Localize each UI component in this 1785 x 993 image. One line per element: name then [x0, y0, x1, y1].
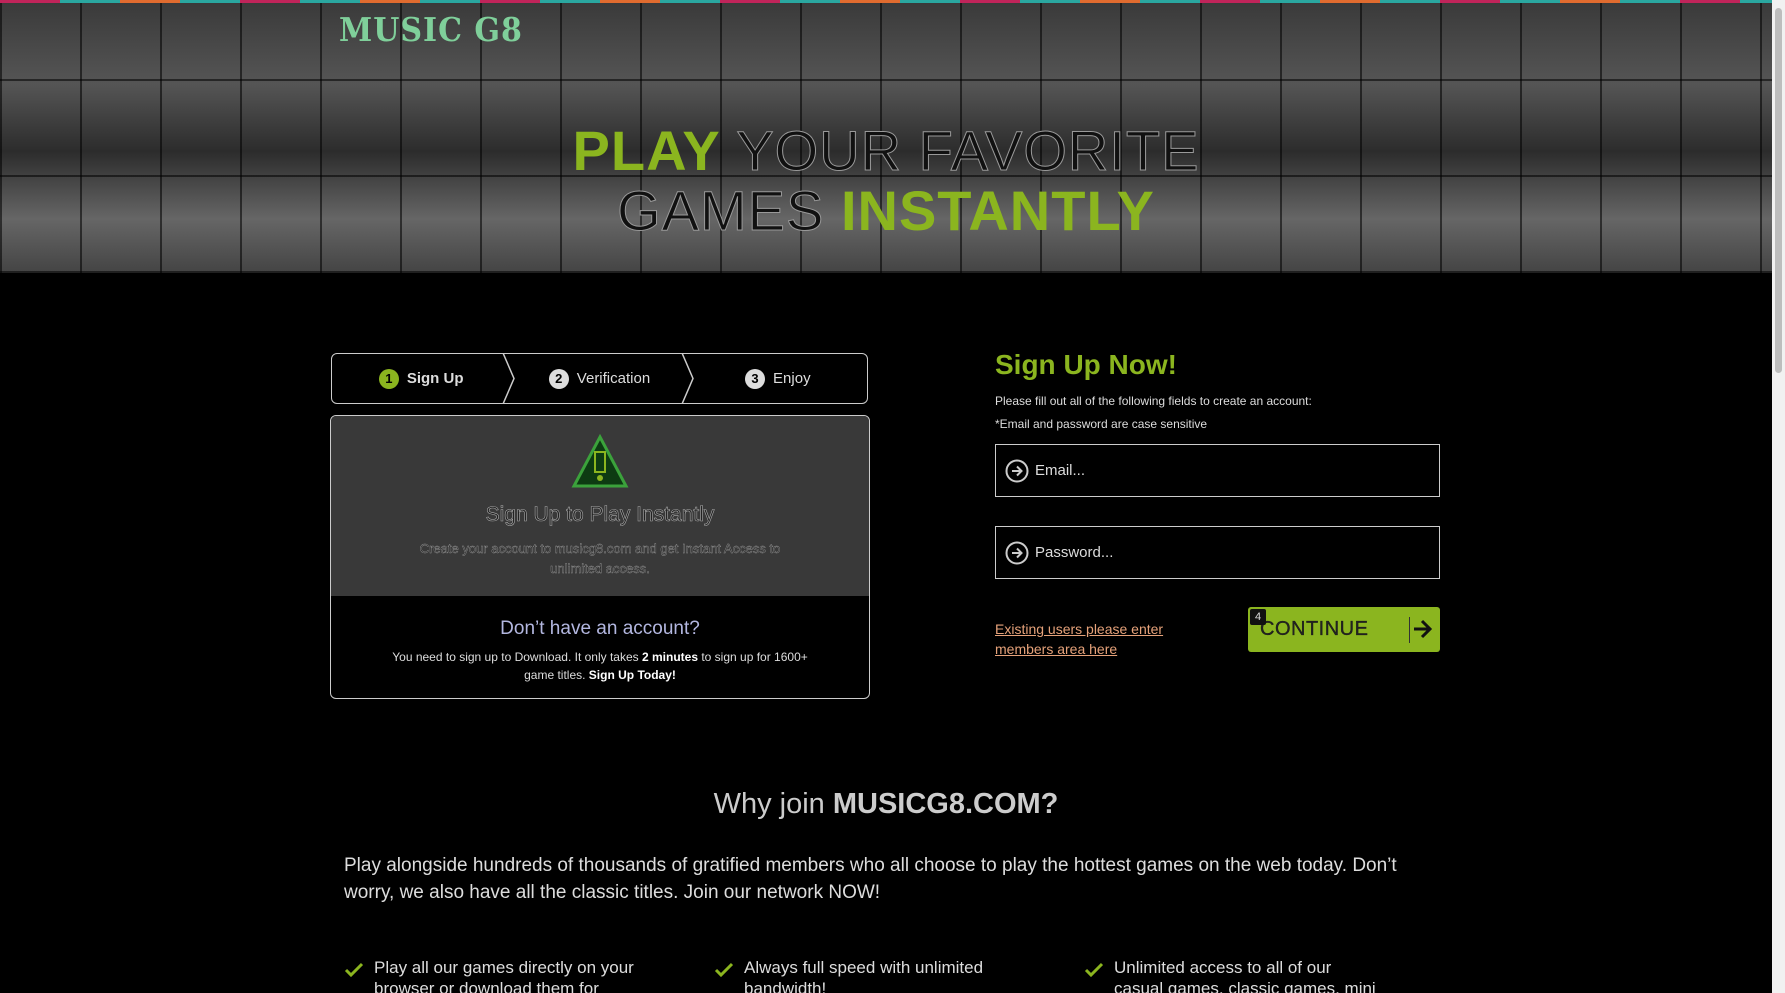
hero-banner: MUSIC G8 PLAY YOUR FAVORITE GAMES INSTAN…	[0, 3, 1772, 273]
step-label: Sign Up	[406, 370, 464, 387]
button-divider	[1409, 617, 1410, 643]
no-account-text: You need to sign up to Download. It only…	[392, 650, 808, 682]
page-scrollbar[interactable]	[1772, 0, 1785, 993]
checkmark-icon	[344, 962, 364, 978]
arrow-circle-icon	[1005, 541, 1029, 564]
step-number: 3	[745, 368, 766, 389]
site-logo[interactable]: MUSIC G8	[339, 11, 523, 50]
arrow-right-icon	[1414, 619, 1433, 639]
email-field[interactable]	[995, 444, 1440, 497]
step-label: Verification	[576, 370, 651, 387]
existing-users-link[interactable]: Existing users please enter members area…	[995, 619, 1185, 659]
feature-item: Always full speed with unlimited bandwid…	[714, 957, 1014, 993]
step-badge: 4	[1250, 609, 1266, 625]
info-box-upper: Sign Up to Play Instantly Create your ac…	[331, 416, 869, 596]
continue-label: CONTINUE	[1260, 618, 1369, 640]
headline-instantly: INSTANTLY	[840, 179, 1155, 242]
info-box-lower: Don’t have an account? You need to sign …	[331, 596, 869, 684]
warning-triangle-icon	[571, 433, 629, 488]
email-input[interactable]	[1035, 462, 1415, 479]
headline-games: GAMES	[617, 179, 825, 242]
scrollbar-thumb[interactable]	[1775, 8, 1782, 373]
continue-button[interactable]: 4 CONTINUE	[1248, 607, 1440, 652]
checkmark-icon	[714, 962, 734, 978]
signup-steps: 1 Sign Up 2 Verification 3 Enjoy	[331, 353, 868, 404]
step-enjoy: 3 Enjoy	[689, 354, 867, 403]
info-box-title: Sign Up to Play Instantly	[485, 503, 715, 527]
feature-item: Play all our games directly on your brow…	[344, 957, 644, 993]
signup-description: Please fill out all of the following fie…	[995, 394, 1312, 408]
step-verification: 2 Verification	[510, 353, 694, 404]
why-join-text: Play alongside hundreds of thousands of …	[344, 855, 1397, 903]
info-box-description: Create your account to musicg8.com and g…	[419, 541, 781, 576]
step-number: 2	[548, 368, 569, 389]
headline-your-favorite: YOUR FAVORITE	[736, 119, 1200, 182]
signup-info-box: Sign Up to Play Instantly Create your ac…	[330, 415, 870, 699]
headline-play: PLAY	[572, 119, 720, 182]
checkmark-icon	[1084, 962, 1104, 978]
step-label: Enjoy	[773, 370, 811, 387]
why-join-heading: Why join MUSICG8.COM?	[713, 788, 1059, 820]
password-input[interactable]	[1035, 544, 1415, 561]
no-account-heading: Don’t have an account?	[500, 618, 700, 639]
hero-headline: PLAY YOUR FAVORITE GAMES INSTANTLY	[0, 119, 1772, 242]
step-number: 1	[378, 368, 399, 389]
password-field[interactable]	[995, 526, 1440, 579]
signup-note: *Email and password are case sensitive	[995, 417, 1208, 431]
feature-item: Unlimited access to all of our casual ga…	[1084, 957, 1384, 993]
signup-title: Sign Up Now!	[995, 349, 1177, 380]
step-sign-up: 1 Sign Up	[332, 353, 516, 404]
arrow-circle-icon	[1005, 459, 1029, 482]
